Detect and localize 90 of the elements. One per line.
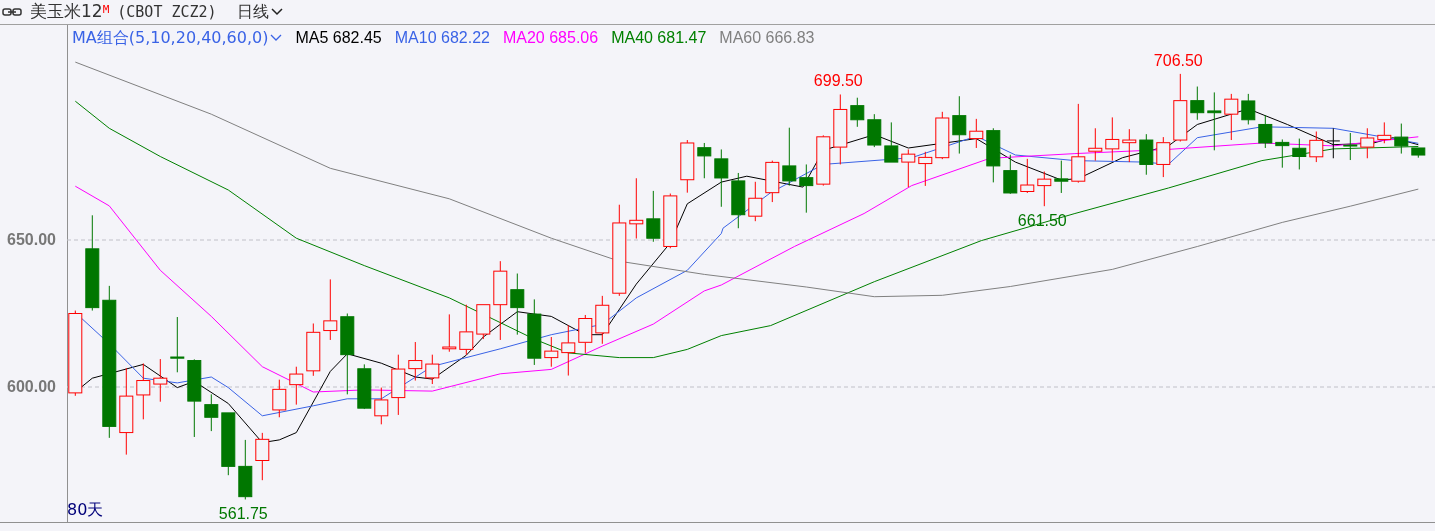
candlestick [323, 278, 338, 341]
candlestick [1003, 154, 1018, 195]
candlestick [629, 177, 644, 240]
candlestick [680, 139, 695, 194]
candlestick [969, 118, 984, 149]
candlestick [374, 387, 389, 425]
title-mark: M [102, 2, 110, 16]
candlestick [748, 181, 763, 222]
ma-value: MA20 685.06 [502, 28, 599, 48]
candlestick [799, 163, 814, 214]
candlestick [1241, 93, 1256, 125]
chevron-down-icon [270, 8, 283, 16]
candlestick [1224, 93, 1239, 141]
candlestick [952, 95, 967, 155]
candlestick [170, 316, 185, 373]
candlestick [306, 323, 321, 377]
candlestick [1020, 158, 1035, 194]
ma-value: MA40 681.47 [611, 28, 707, 48]
instrument-title: 美玉米12 [30, 0, 103, 24]
candlestick [561, 324, 576, 377]
candlestick [714, 148, 729, 208]
candlestick [918, 151, 933, 187]
candlestick [391, 354, 406, 416]
candlestick [1139, 133, 1154, 176]
candlestick [1088, 127, 1103, 162]
candlestick [1054, 160, 1069, 194]
candlestick [544, 336, 559, 368]
candlestick [527, 298, 542, 366]
candlestick [459, 304, 474, 356]
candlestick [765, 160, 780, 203]
low-price-label: 561.75 [218, 505, 268, 523]
candlestick [1173, 73, 1188, 142]
indicator-dropdown[interactable]: MA组合(5,10,20,40,60,0) [72, 26, 283, 50]
candlestick [1411, 147, 1426, 159]
ma-value: MA5 682.45 [295, 28, 382, 48]
candlestick [1207, 91, 1222, 151]
candlestick [935, 111, 950, 160]
candlestick [1037, 171, 1052, 207]
candlestick [476, 304, 491, 340]
candlestick [153, 358, 168, 403]
price-axis-label: 650.00 [7, 231, 56, 249]
candlestick [272, 379, 287, 418]
candlestick [884, 121, 899, 163]
candlestick [850, 97, 865, 128]
high-price-label: 706.50 [1153, 51, 1203, 69]
candlestick [1275, 138, 1290, 169]
candlestick [238, 439, 253, 500]
range-label: 80天 [67, 499, 104, 521]
candlestick [1343, 132, 1358, 161]
candlestick [816, 134, 831, 187]
candlestick [1309, 131, 1324, 163]
candlestick [1258, 114, 1273, 149]
candlestick [425, 354, 440, 385]
candlestick [255, 432, 270, 481]
candlestick [204, 393, 219, 432]
candlestick [782, 127, 797, 187]
candlestick [1292, 138, 1307, 170]
candlestick [136, 363, 151, 420]
chevron-down-icon [270, 34, 283, 42]
period-dropdown[interactable]: 日线 [236, 0, 283, 24]
candlestick [833, 93, 848, 165]
candlestick [221, 412, 236, 476]
candlestick [578, 314, 593, 354]
candlestick [595, 295, 610, 345]
candlestick [1394, 123, 1409, 155]
candlestick [1360, 127, 1375, 159]
candlestick [442, 313, 457, 353]
candlestick [901, 148, 916, 188]
candlestick [1190, 86, 1205, 121]
candlestick [986, 127, 1001, 183]
link-icon[interactable] [2, 7, 22, 17]
candlestick [510, 273, 525, 336]
instrument-code: (CBOT ZCZ2) [117, 1, 217, 23]
candlestick [1326, 127, 1341, 159]
price-axis-label: 600.00 [7, 378, 56, 396]
candlestick [731, 172, 746, 229]
candlestick [1122, 128, 1137, 163]
ma-value: MA60 666.83 [719, 28, 815, 48]
candlestick [646, 190, 661, 243]
candlestick [697, 142, 712, 179]
candlestick [1156, 136, 1171, 178]
candlestick [1377, 121, 1392, 144]
ma-value: MA10 682.22 [394, 28, 490, 48]
candlestick [357, 363, 372, 410]
candlestick [663, 193, 678, 249]
candlestick [1105, 116, 1120, 162]
candlestick [289, 366, 304, 406]
candlestick [408, 341, 423, 382]
candlestick [867, 113, 882, 148]
high-price-label: 699.50 [813, 72, 863, 90]
